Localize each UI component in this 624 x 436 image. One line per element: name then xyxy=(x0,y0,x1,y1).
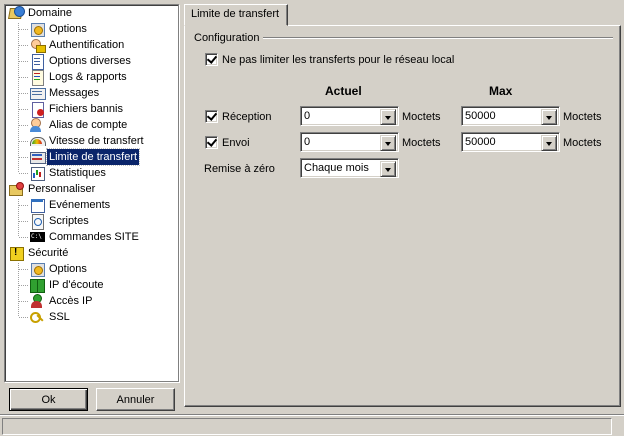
tree-item-label: Statistiques xyxy=(49,167,106,179)
reception-checkbox[interactable] xyxy=(205,110,218,123)
reception-current-unit: Moctets xyxy=(402,111,441,123)
tree-item-label: Evénements xyxy=(49,199,111,211)
customize-icon xyxy=(8,181,24,197)
events-icon xyxy=(29,197,45,213)
reception-max-unit: Moctets xyxy=(563,111,602,123)
tree-item-vitesse-de-transfert[interactable]: Vitesse de transfert xyxy=(29,133,146,149)
logs-icon xyxy=(29,69,45,86)
tree-item-scriptes[interactable]: Scriptes xyxy=(29,213,91,230)
reception-max-value: 50000 xyxy=(465,110,496,122)
group-divider xyxy=(260,37,613,39)
tree-item-label: Options diverses xyxy=(49,55,131,67)
options-icon xyxy=(29,21,45,37)
reset-value: Chaque mois xyxy=(304,162,369,174)
tree-item-commandes-site[interactable]: Commandes SITE xyxy=(29,229,141,245)
tree-item-personnaliser[interactable]: Personnaliser xyxy=(8,181,97,197)
tree-item-label: Fichiers bannis xyxy=(49,103,123,115)
tree-item-fichiers-bannis[interactable]: Fichiers bannis xyxy=(29,101,125,118)
scripts-icon xyxy=(29,213,45,230)
group-title-configuration: Configuration xyxy=(194,31,264,45)
tree-item-label: IP d'écoute xyxy=(49,279,104,291)
tree-item-alias-de-compte[interactable]: Alias de compte xyxy=(29,117,129,133)
reception-current-combo[interactable]: 0 xyxy=(300,106,399,126)
tree-item-securite-options[interactable]: Options xyxy=(29,261,89,277)
tree-item-label: Accès IP xyxy=(49,295,93,307)
tree-item-acces-ip[interactable]: Accès IP xyxy=(29,293,94,309)
tree-item-evenements[interactable]: Evénements xyxy=(29,197,112,213)
ok-button[interactable]: Ok xyxy=(9,388,88,411)
auth-icon xyxy=(29,37,46,53)
misc-options-icon xyxy=(29,53,45,70)
tree-item-label: Sécurité xyxy=(28,247,69,259)
transfer-limit-icon xyxy=(29,149,46,165)
ssl-icon xyxy=(29,309,45,325)
no-limit-local-checkbox[interactable] xyxy=(205,53,218,66)
envoi-max-value: 50000 xyxy=(465,136,496,148)
tree-item-authentification[interactable]: Authentification xyxy=(29,37,126,53)
cancel-button[interactable]: Annuler xyxy=(96,388,175,411)
tree-item-label: Logs & rapports xyxy=(49,71,127,83)
reset-select[interactable]: Chaque mois xyxy=(300,158,399,178)
tree-item-label: Commandes SITE xyxy=(49,231,139,243)
tree-item-label: Limite de transfert xyxy=(45,148,141,166)
account-alias-icon xyxy=(29,117,45,133)
tree-item-ip-ecoute[interactable]: IP d'écoute xyxy=(29,277,106,293)
site-commands-icon xyxy=(29,229,45,245)
transfer-speed-icon xyxy=(29,133,46,149)
envoi-label[interactable]: Envoi xyxy=(222,136,250,150)
tree-item-label: Options xyxy=(49,263,87,275)
tree-item-label: Messages xyxy=(49,87,100,99)
tab-panel xyxy=(184,25,621,407)
chevron-down-icon[interactable] xyxy=(380,135,396,151)
messages-icon xyxy=(29,85,46,101)
chevron-down-icon[interactable] xyxy=(380,161,396,177)
reception-label[interactable]: Réception xyxy=(222,110,272,124)
tree-item-domaine[interactable]: Domaine xyxy=(8,5,74,21)
no-limit-local-label[interactable]: Ne pas limiter les transferts pour le ré… xyxy=(222,53,454,67)
tree-item-logs-rapports[interactable]: Logs & rapports xyxy=(29,69,129,86)
envoi-max-combo[interactable]: 50000 xyxy=(461,132,560,152)
domain-icon xyxy=(8,5,25,21)
tab-limite-de-transfert[interactable]: Limite de transfert xyxy=(184,4,288,26)
envoi-max-unit: Moctets xyxy=(563,137,602,149)
tree-item-messages[interactable]: Messages xyxy=(29,85,101,101)
column-header-actuel: Actuel xyxy=(325,84,362,98)
statistics-icon xyxy=(29,165,45,181)
listen-ip-icon xyxy=(29,277,45,293)
reception-max-combo[interactable]: 50000 xyxy=(461,106,560,126)
tree-item-label: Alias de compte xyxy=(49,119,128,131)
tree-item-options[interactable]: Options xyxy=(29,21,89,37)
tree-item-label: Options xyxy=(49,23,87,35)
tree-item-label: SSL xyxy=(49,311,70,323)
status-bar xyxy=(0,414,624,436)
tree-item-label: Authentification xyxy=(49,39,125,51)
security-options-icon xyxy=(29,261,45,277)
banned-files-icon xyxy=(29,101,45,118)
tree-item-statistiques[interactable]: Statistiques xyxy=(29,165,108,181)
envoi-current-unit: Moctets xyxy=(402,137,441,149)
envoi-current-value: 0 xyxy=(304,136,311,148)
tree-item-limite-de-transfert[interactable]: Limite de transfert xyxy=(29,148,141,166)
column-header-max: Max xyxy=(489,84,513,98)
tree-item-securite[interactable]: Sécurité xyxy=(8,245,70,261)
status-cell xyxy=(2,418,612,435)
chevron-down-icon[interactable] xyxy=(380,109,396,125)
ip-access-icon xyxy=(29,293,45,309)
settings-tree[interactable]: Domaine Options Authentification Options… xyxy=(4,4,179,382)
tree-item-ssl[interactable]: SSL xyxy=(29,309,72,325)
tree-item-label: Personnaliser xyxy=(28,183,96,195)
reset-label: Remise à zéro xyxy=(204,163,275,175)
tree-item-label: Scriptes xyxy=(49,215,89,227)
tree-item-label: Domaine xyxy=(28,7,73,19)
security-icon xyxy=(8,245,24,261)
envoi-current-combo[interactable]: 0 xyxy=(300,132,399,152)
chevron-down-icon[interactable] xyxy=(541,109,557,125)
tree-item-label: Vitesse de transfert xyxy=(49,135,144,147)
reception-current-value: 0 xyxy=(304,110,311,122)
chevron-down-icon[interactable] xyxy=(541,135,557,151)
envoi-checkbox[interactable] xyxy=(205,136,218,149)
tree-item-options-diverses[interactable]: Options diverses xyxy=(29,53,133,70)
